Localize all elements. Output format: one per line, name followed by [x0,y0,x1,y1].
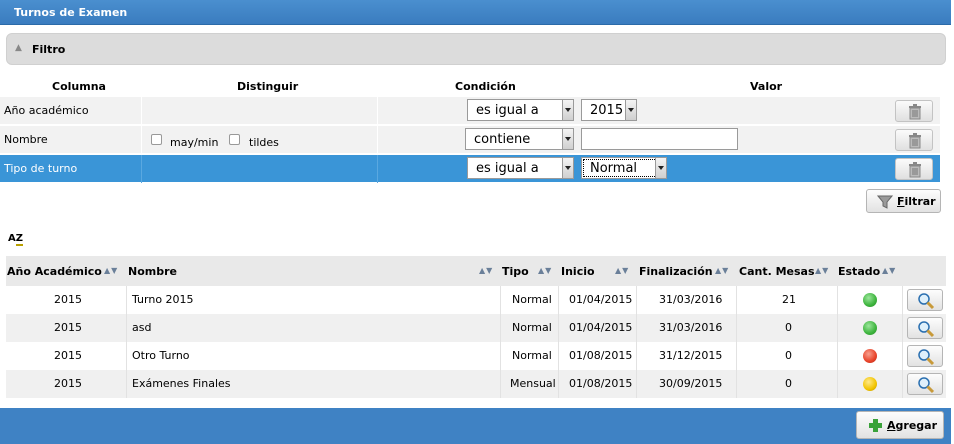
col-nombre[interactable]: Nombre [128,265,177,278]
cell-inicio: 01/08/2015 [569,377,633,390]
delete-filter-button[interactable] [895,100,933,122]
filter-row-label: Año académico [4,104,89,117]
collapse-arrow-icon[interactable]: ▲ [15,43,22,53]
cell-cant: 21 [782,293,796,306]
view-button[interactable] [907,345,943,367]
col-inicio[interactable]: Inicio [561,265,595,278]
accents-checkbox[interactable] [229,134,240,145]
list-header: Año Académico ▲▼ Nombre ▲▼ Tipo ▲▼ Inici… [6,256,946,286]
delete-filter-button[interactable] [895,158,933,180]
cell-fin: 31/12/2015 [659,349,723,362]
window-title: Turnos de Examen [0,0,951,25]
cell-tipo: Normal [512,293,552,306]
cell-tipo: Mensual [510,377,556,390]
cell-inicio: 01/04/2015 [569,293,633,306]
condition-select[interactable]: es igual a [467,157,574,179]
chevron-down-icon [655,158,666,178]
view-button[interactable] [907,289,943,311]
header-condicion: Condición [455,80,516,93]
cell-cant: 0 [785,377,792,390]
sort-az-icon[interactable]: AZ [8,233,24,246]
cell-anio: 2015 [54,321,82,334]
filtro-panel-header[interactable]: ▲ Filtro [6,33,946,65]
filter-row-nombre[interactable]: Nombre may/min tildes contiene [0,125,940,154]
sort-arrows-icon[interactable]: ▲▼ [104,266,118,275]
trash-icon [909,104,921,120]
case-sensitive-checkbox[interactable] [151,134,162,145]
magnifier-icon [918,293,935,310]
footer-bar: Agregar [0,408,951,444]
header-valor: Valor [750,80,783,93]
sort-arrows-icon[interactable]: ▲▼ [815,266,829,275]
col-anio[interactable]: Año Académico [7,265,102,278]
cell-tipo: Normal [512,349,552,362]
cell-nombre: Turno 2015 [132,293,194,306]
trash-icon [909,133,921,149]
magnifier-icon [918,321,935,338]
table-row[interactable]: 2015 Turno 2015 Normal 01/04/2015 31/03/… [6,286,946,314]
case-sensitive-label: may/min [170,136,219,149]
accents-label: tildes [249,136,279,149]
delete-filter-button[interactable] [895,129,933,151]
view-button[interactable] [907,317,943,339]
cell-nombre: Exámenes Finales [132,377,231,390]
table-row[interactable]: 2015 Otro Turno Normal 01/08/2015 31/12/… [6,342,946,370]
filter-row-label: Nombre [4,133,48,146]
value-select[interactable]: Normal [581,157,667,179]
cell-cant: 0 [785,349,792,362]
sort-arrows-icon[interactable]: ▲▼ [715,266,729,275]
header-columna: Columna [52,80,106,93]
condition-select[interactable]: es igual a [467,99,574,121]
value-input[interactable] [581,128,738,150]
sort-arrows-icon[interactable]: ▲▼ [615,266,629,275]
status-red-icon [863,349,877,363]
status-yellow-icon [863,377,877,391]
col-cant[interactable]: Cant. Mesas [739,265,815,278]
cell-anio: 2015 [54,349,82,362]
table-row[interactable]: 2015 asd Normal 01/04/2015 31/03/2016 0 [6,314,946,342]
sort-arrows-icon[interactable]: ▲▼ [882,266,896,275]
sort-arrows-icon[interactable]: ▲▼ [479,266,493,275]
col-estado[interactable]: Estado [838,265,880,278]
chevron-down-icon [562,158,573,178]
trash-icon [909,162,921,178]
chevron-down-icon [625,100,636,120]
col-tipo[interactable]: Tipo [502,265,529,278]
magnifier-icon [918,349,935,366]
filter-row-label: Tipo de turno [4,162,78,175]
sort-arrows-icon[interactable]: ▲▼ [538,266,552,275]
filtro-title: Filtro [32,43,66,56]
magnifier-icon [918,377,935,394]
cell-inicio: 01/08/2015 [569,349,633,362]
chevron-down-icon [562,129,573,149]
col-fin[interactable]: Finalización [639,265,713,278]
cell-cant: 0 [785,321,792,334]
chevron-down-icon [562,100,573,120]
cell-nombre: asd [132,321,152,334]
cell-anio: 2015 [54,377,82,390]
cell-fin: 31/03/2016 [659,293,723,306]
view-button[interactable] [907,373,943,395]
value-select[interactable]: 2015 [581,99,637,121]
cell-nombre: Otro Turno [132,349,190,362]
filtrar-button[interactable]: Filtrar [866,189,941,213]
condition-select[interactable]: contiene [465,128,574,150]
status-green-icon [863,293,877,307]
cell-tipo: Normal [512,321,552,334]
filter-row-tipo[interactable]: Tipo de turno es igual a Normal [0,154,940,183]
table-row[interactable]: 2015 Exámenes Finales Mensual 01/08/2015… [6,370,946,398]
cell-fin: 30/09/2015 [659,377,723,390]
cell-inicio: 01/04/2015 [569,321,633,334]
funnel-icon [877,195,893,209]
header-distinguir: Distinguir [237,80,299,93]
filter-row-anio[interactable]: Año académico es igual a 2015 [0,96,940,125]
agregar-button[interactable]: Agregar [856,411,944,439]
cell-fin: 31/03/2016 [659,321,723,334]
cell-anio: 2015 [54,293,82,306]
plus-icon [869,419,882,432]
status-green-icon [863,321,877,335]
